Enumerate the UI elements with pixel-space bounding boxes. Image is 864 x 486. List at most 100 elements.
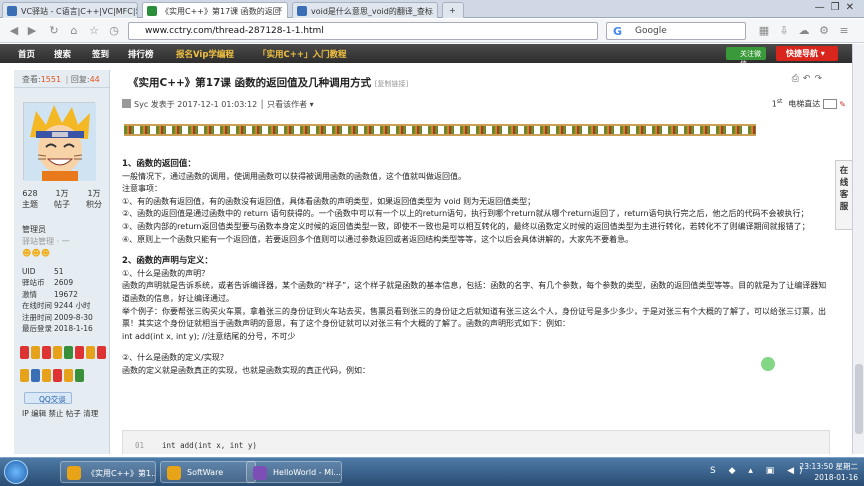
medal-icon[interactable] (53, 369, 62, 382)
paragraph: int add(int x, int y); //注意结尾的分号，不可少 (122, 331, 296, 341)
home-icon[interactable]: ⌂ (66, 23, 82, 39)
medal-icon[interactable] (64, 369, 73, 382)
close-window-icon[interactable]: ✕ (846, 2, 860, 13)
online-service-tab[interactable]: 在线客服 (835, 160, 853, 230)
paragraph: 注意事项： (122, 184, 162, 194)
post-body: 1、函数的返回值： 一般情况下，通过函数的调用，使调用函数可以获得被调用函数的函数… (122, 158, 834, 378)
tab-void-translation[interactable]: void是什么意思_void的翻译_查标 (292, 2, 438, 18)
cloud-icon[interactable]: ☁ (796, 23, 812, 39)
tab-label: 《实用C++》第17课 函数的返回 (161, 7, 281, 16)
pencil-icon[interactable]: ✎ (839, 100, 846, 109)
medal-icon[interactable] (20, 369, 29, 382)
medal-icon[interactable] (20, 346, 29, 359)
qq-chat-label: QQ交谈 (39, 395, 66, 404)
post-title-text: 《实用C++》第17课 函数的返回值及几种调用方式 (128, 77, 372, 89)
forward-icon[interactable]: ▶ (24, 23, 40, 39)
medal-icon[interactable] (64, 346, 73, 359)
system-tray-icons[interactable]: S ◆ ▴ ▣ ◀) (710, 466, 808, 476)
stat-threads[interactable]: 628 主题 (14, 188, 46, 210)
medal-icon[interactable] (31, 346, 40, 359)
stat-points[interactable]: 1万 积分 (78, 188, 110, 210)
next-thread-icon[interactable]: ↷ (814, 74, 826, 84)
author-sidebar: 查看:1551 | 回复:44 628 主题 1万 帖子 1万 积分 管理员 驿站管理… (14, 70, 110, 454)
taskbar-item-browser[interactable]: 《实用C++》第1... (60, 461, 156, 483)
user-icon (122, 99, 131, 108)
role-label[interactable]: 管理员 (22, 224, 70, 236)
replies-count: 44 (89, 75, 100, 84)
tab-vc-station[interactable]: VC驿站 - C语言|C++|VC|MFC|培训 (2, 2, 138, 18)
windows-taskbar: 《实用C++》第1... SoftWare HelloWorld - Mi...… (0, 457, 864, 486)
taskbar-item-software[interactable]: SoftWare (160, 461, 256, 483)
minimize-icon[interactable]: — (815, 2, 831, 13)
apps-icon[interactable]: ▦ (756, 23, 772, 39)
download-icon[interactable]: ⇩ (776, 23, 792, 39)
floor-suffix: st (776, 98, 783, 105)
paragraph: 函数的定义就是函数真正的实现，也就是函数实现的真正代码，例如： (122, 365, 370, 375)
clock-date: 2018-01-16 (814, 473, 858, 482)
paragraph: ②、函数的返回值是通过函数中的 return 语句获得的。一个函数中可以有一个以… (122, 209, 809, 219)
medal-icon[interactable] (42, 346, 51, 359)
menu-icon[interactable]: ≡ (836, 23, 852, 39)
nav-home[interactable]: 首页 (18, 48, 35, 60)
medal-icon[interactable] (75, 346, 84, 359)
medal-icon[interactable] (97, 346, 106, 359)
browser-tab-bar: VC驿站 - C语言|C++|VC|MFC|培训 《实用C++》第17课 函数的… (0, 0, 864, 18)
stat-posts[interactable]: 1万 帖子 (46, 188, 78, 210)
window-controls[interactable]: —❐✕ (815, 2, 860, 13)
clock-time: 23:13:50 星期二 (799, 462, 858, 471)
admin-tools[interactable]: IP 编辑 禁止 帖子 清理 (22, 408, 98, 419)
start-button-icon[interactable] (4, 460, 28, 484)
prev-thread-icon[interactable]: ↶ (803, 74, 815, 84)
post-meta-text[interactable]: Syc 发表于 2017-12-1 01:03:12 │ 只看该作者 ▾ (134, 100, 314, 109)
qq-chat-button[interactable]: QQ交谈 (24, 392, 72, 404)
nav-ranking[interactable]: 排行榜 (128, 48, 154, 60)
tools-icon[interactable]: ⚙ (816, 23, 832, 39)
print-icon[interactable]: ⎙ (792, 74, 803, 84)
nav-cpp-tutorial[interactable]: 「实用C++」入门教程 (258, 48, 346, 60)
mouse-cursor-highlight (761, 357, 775, 371)
clock[interactable]: 23:13:50 星期二 2018-01-16 (799, 461, 858, 483)
tab-label: VC驿站 - C语言|C++|VC|MFC|培训 (21, 7, 137, 16)
profile-value: 51 (54, 267, 64, 276)
chevron-down-icon: ▾ (820, 49, 825, 58)
star-icon[interactable]: ☆ (86, 23, 102, 39)
new-tab-button[interactable]: + (442, 2, 464, 18)
tab-lesson-17[interactable]: 《实用C++》第17课 函数的返回 ✕ (142, 2, 288, 18)
medal-icon[interactable] (86, 346, 95, 359)
avatar[interactable] (23, 102, 96, 181)
reload-icon[interactable]: ↻ (46, 23, 62, 39)
user-stats: 628 主题 1万 帖子 1万 积分 (14, 188, 110, 218)
stat-label: 帖子 (54, 200, 70, 209)
post-title: 《实用C++》第17课 函数的返回值及几种调用方式 [复制链接] (128, 75, 408, 90)
maximize-icon[interactable]: ❐ (831, 2, 846, 13)
nav-vip-signup[interactable]: 报名Vip学编程 (176, 48, 234, 60)
taskbar-item-visual-studio[interactable]: HelloWorld - Mi... (246, 461, 342, 483)
paragraph: ①、什么是函数的声明？ (122, 268, 210, 278)
copy-link-button[interactable]: [复制链接] (375, 80, 408, 88)
medal-icon[interactable] (31, 369, 40, 382)
close-tab-icon[interactable]: ✕ (276, 5, 283, 14)
medal-list (20, 346, 106, 390)
history-icon[interactable]: ◷ (106, 23, 122, 39)
nav-search[interactable]: 搜索 (54, 48, 71, 60)
quick-nav-button[interactable]: 快捷导航 ▾ (776, 46, 838, 61)
back-icon[interactable]: ◀ (6, 23, 22, 39)
address-bar[interactable]: www.cctry.com/thread-287128-1-1.html (128, 22, 598, 40)
elevator-input[interactable] (823, 98, 838, 109)
plus-icon: + (449, 6, 456, 15)
browser-nav-bar: ◀ ▶ ↻ ⌂ ☆ ◷ www.cctry.com/thread-287128-… (0, 19, 864, 43)
paragraph: ③、函数内部的return返回值类型要与函数本身定义时候的返回值类型一致，即使不… (122, 221, 810, 231)
taskbar-item-label: 《实用C++》第1... (87, 469, 156, 478)
medal-icon[interactable] (53, 346, 62, 359)
search-box[interactable]: G Google (606, 22, 746, 40)
scrollbar-thumb[interactable] (855, 364, 863, 434)
follow-wechat-button[interactable]: 关注微信 (726, 47, 766, 68)
tab-label: void是什么意思_void的翻译_查标 (311, 7, 433, 16)
site-favicon-icon (147, 6, 157, 16)
page-scrollbar[interactable] (852, 44, 864, 454)
nav-signin[interactable]: 签到 (92, 48, 109, 60)
medal-icon[interactable] (42, 369, 51, 382)
medal-icon[interactable] (75, 369, 84, 382)
user-profile: UID 51 驿站币 2609 激情 19672 在线时间 9244 小时 注册时间 20… (22, 266, 108, 334)
